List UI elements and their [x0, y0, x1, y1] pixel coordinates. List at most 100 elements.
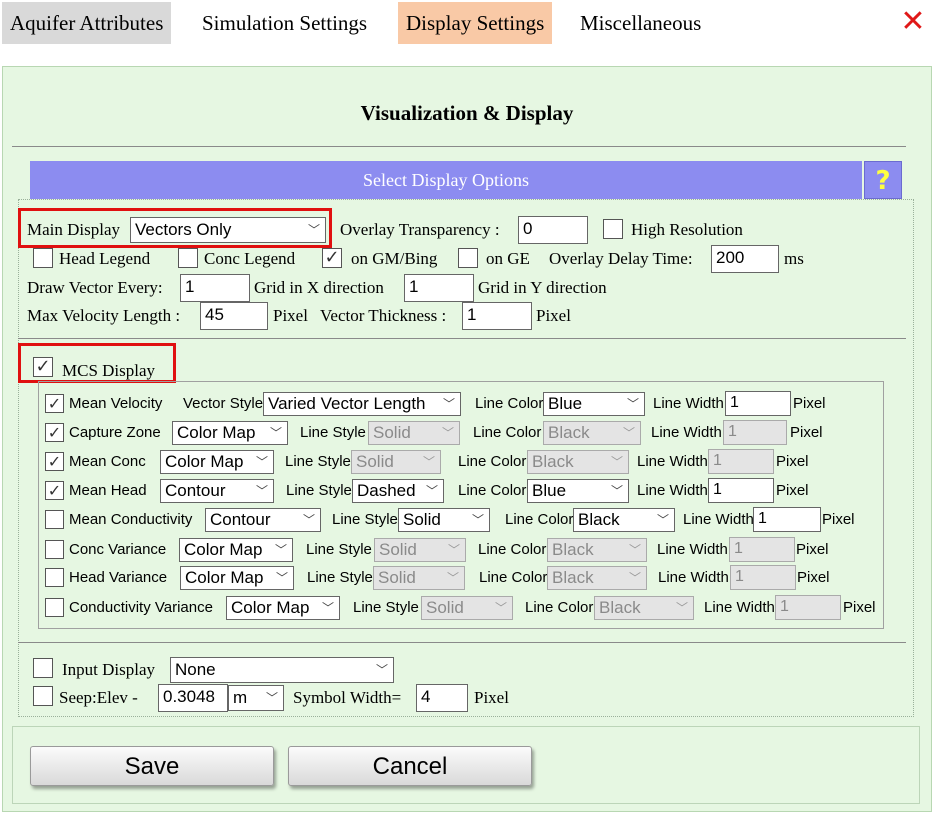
mcs-row-checkbox[interactable] — [45, 598, 64, 617]
draw-vector-input[interactable]: 1 — [180, 274, 250, 302]
line-width-input[interactable]: 1 — [708, 478, 774, 503]
mcs-display-select[interactable]: Varied Vector Length ﹀ — [263, 392, 461, 416]
mcs-display-select[interactable]: Color Map ﹀ — [180, 566, 294, 590]
chevron-down-icon: ﹀ — [494, 601, 507, 615]
line-style-label: Line Style — [332, 511, 398, 528]
line-style-select[interactable]: Dashed ﹀ — [352, 479, 444, 503]
chevron-down-icon: ﹀ — [274, 543, 287, 557]
line-color-select: Black ﹀ — [594, 596, 694, 620]
mcs-row-checkbox[interactable]: ✓ — [45, 423, 64, 442]
mcs-row-checkbox[interactable] — [45, 510, 64, 529]
chevron-down-icon: ﹀ — [321, 601, 334, 615]
mcs-row-checkbox[interactable]: ✓ — [45, 394, 64, 413]
vector-thickness-label: Vector Thickness : — [320, 306, 447, 325]
cancel-button[interactable]: Cancel — [288, 746, 532, 786]
pixel-label: Pixel — [536, 306, 571, 325]
mcs-display-checkbox[interactable]: ✓ — [33, 357, 53, 377]
line-style-select: Solid ﹀ — [351, 450, 441, 474]
input-display-select[interactable]: None ﹀ — [170, 657, 394, 683]
pixel-label: Pixel — [796, 541, 829, 558]
on-gm-bing-label: on GM/Bing — [351, 249, 438, 268]
line-color-label: Line Color — [475, 395, 544, 412]
mcs-display-select[interactable]: Color Map ﹀ — [160, 450, 274, 474]
help-icon[interactable]: ? — [864, 161, 902, 199]
line-width-input: 1 — [708, 449, 774, 474]
chevron-down-icon: ﹀ — [275, 571, 288, 585]
chevron-down-icon: ﹀ — [375, 663, 388, 677]
chevron-down-icon: ﹀ — [471, 513, 484, 527]
line-color-label: Line Color — [458, 453, 527, 470]
mcs-row-checkbox[interactable] — [45, 540, 64, 559]
page-title: Visualization & Display — [360, 101, 574, 125]
tab-miscellaneous[interactable]: Miscellaneous — [572, 2, 709, 44]
mcs-row-label: Mean Velocity — [69, 395, 163, 412]
chevron-down-icon: ﹀ — [656, 513, 669, 527]
line-color-label: Line Color — [505, 511, 574, 528]
chevron-down-icon: ﹀ — [255, 484, 268, 498]
line-width-label: Line Width — [658, 569, 729, 586]
line-style-select[interactable]: Solid ﹀ — [398, 508, 490, 532]
line-style-select: Solid ﹀ — [421, 596, 513, 620]
delay-unit-label: ms — [784, 249, 804, 268]
line-color-select[interactable]: Blue ﹀ — [543, 392, 645, 416]
on-ge-label: on GE — [486, 249, 530, 268]
chevron-down-icon: ﹀ — [447, 543, 460, 557]
tab-simulation-settings[interactable]: Simulation Settings — [194, 2, 375, 44]
line-style-label: Line Style — [286, 482, 352, 499]
symbol-width-input[interactable]: 4 — [416, 684, 468, 712]
mcs-row-label: Mean Head — [69, 482, 147, 499]
chevron-down-icon: ﹀ — [628, 543, 641, 557]
line-style-label: Line Style — [300, 424, 366, 441]
conc-legend-checkbox[interactable] — [178, 248, 198, 268]
high-resolution-checkbox[interactable] — [603, 219, 623, 239]
on-ge-checkbox[interactable] — [458, 248, 478, 268]
grid-x-input[interactable]: 1 — [404, 274, 474, 302]
unit-select[interactable]: m ﹀ — [228, 685, 284, 711]
mcs-row-label: Head Variance — [69, 569, 168, 586]
vector-thickness-input[interactable]: 1 — [462, 302, 532, 330]
line-color-select[interactable]: Blue ﹀ — [527, 479, 629, 503]
mcs-display-select[interactable]: Contour ﹀ — [205, 508, 321, 532]
chevron-down-icon: ﹀ — [422, 455, 435, 469]
mcs-options-box — [38, 381, 884, 629]
overlay-transparency-input[interactable]: 0 — [518, 216, 588, 244]
tab-aquifer-attributes[interactable]: Aquifer Attributes — [2, 2, 172, 44]
line-width-input[interactable]: 1 — [753, 507, 821, 532]
head-legend-checkbox[interactable] — [33, 248, 53, 268]
symbol-width-label: Symbol Width= — [293, 688, 402, 707]
pixel-label: Pixel — [776, 453, 809, 470]
mcs-display-select[interactable]: Contour ﹀ — [160, 479, 274, 503]
pixel-label: Pixel — [776, 482, 809, 499]
pixel-label: Pixel — [822, 511, 855, 528]
divider — [12, 146, 906, 147]
seep-elev-checkbox[interactable] — [33, 686, 53, 706]
mcs-row-checkbox[interactable]: ✓ — [45, 452, 64, 471]
head-legend-label: Head Legend — [59, 249, 151, 268]
line-color-select[interactable]: Black ﹀ — [573, 508, 675, 532]
mcs-display-select[interactable]: Color Map ﹀ — [172, 421, 288, 445]
main-display-select[interactable]: Vectors Only ﹀ — [130, 217, 326, 243]
line-color-label: Line Color — [478, 541, 547, 558]
line-width-input: 1 — [730, 565, 796, 590]
mcs-row-checkbox[interactable] — [45, 568, 64, 587]
pixel-label: Pixel — [843, 599, 876, 616]
line-width-input[interactable]: 1 — [725, 391, 791, 416]
chevron-down-icon: ﹀ — [255, 455, 268, 469]
chevron-down-icon: ﹀ — [622, 426, 635, 440]
line-width-label: Line Width — [637, 482, 708, 499]
line-style-select: Solid ﹀ — [373, 566, 465, 590]
tab-display-settings[interactable]: Display Settings — [398, 2, 553, 44]
input-display-checkbox[interactable] — [33, 658, 53, 678]
pixel-label: Pixel — [797, 569, 830, 586]
overlay-delay-label: Overlay Delay Time: — [549, 249, 693, 268]
close-x-icon[interactable]: ✕ — [896, 4, 930, 40]
on-gm-bing-checkbox[interactable]: ✓ — [322, 248, 342, 268]
seep-elev-input[interactable]: 0.3048 — [158, 684, 228, 712]
mcs-display-select[interactable]: Color Map ﹀ — [226, 596, 340, 620]
line-width-label: Line Width — [653, 395, 724, 412]
mcs-display-select[interactable]: Color Map ﹀ — [179, 538, 293, 562]
max-velocity-input[interactable]: 45 — [200, 302, 268, 330]
save-button[interactable]: Save — [30, 746, 274, 786]
mcs-row-checkbox[interactable]: ✓ — [45, 481, 64, 500]
overlay-delay-input[interactable]: 200 — [711, 245, 779, 273]
